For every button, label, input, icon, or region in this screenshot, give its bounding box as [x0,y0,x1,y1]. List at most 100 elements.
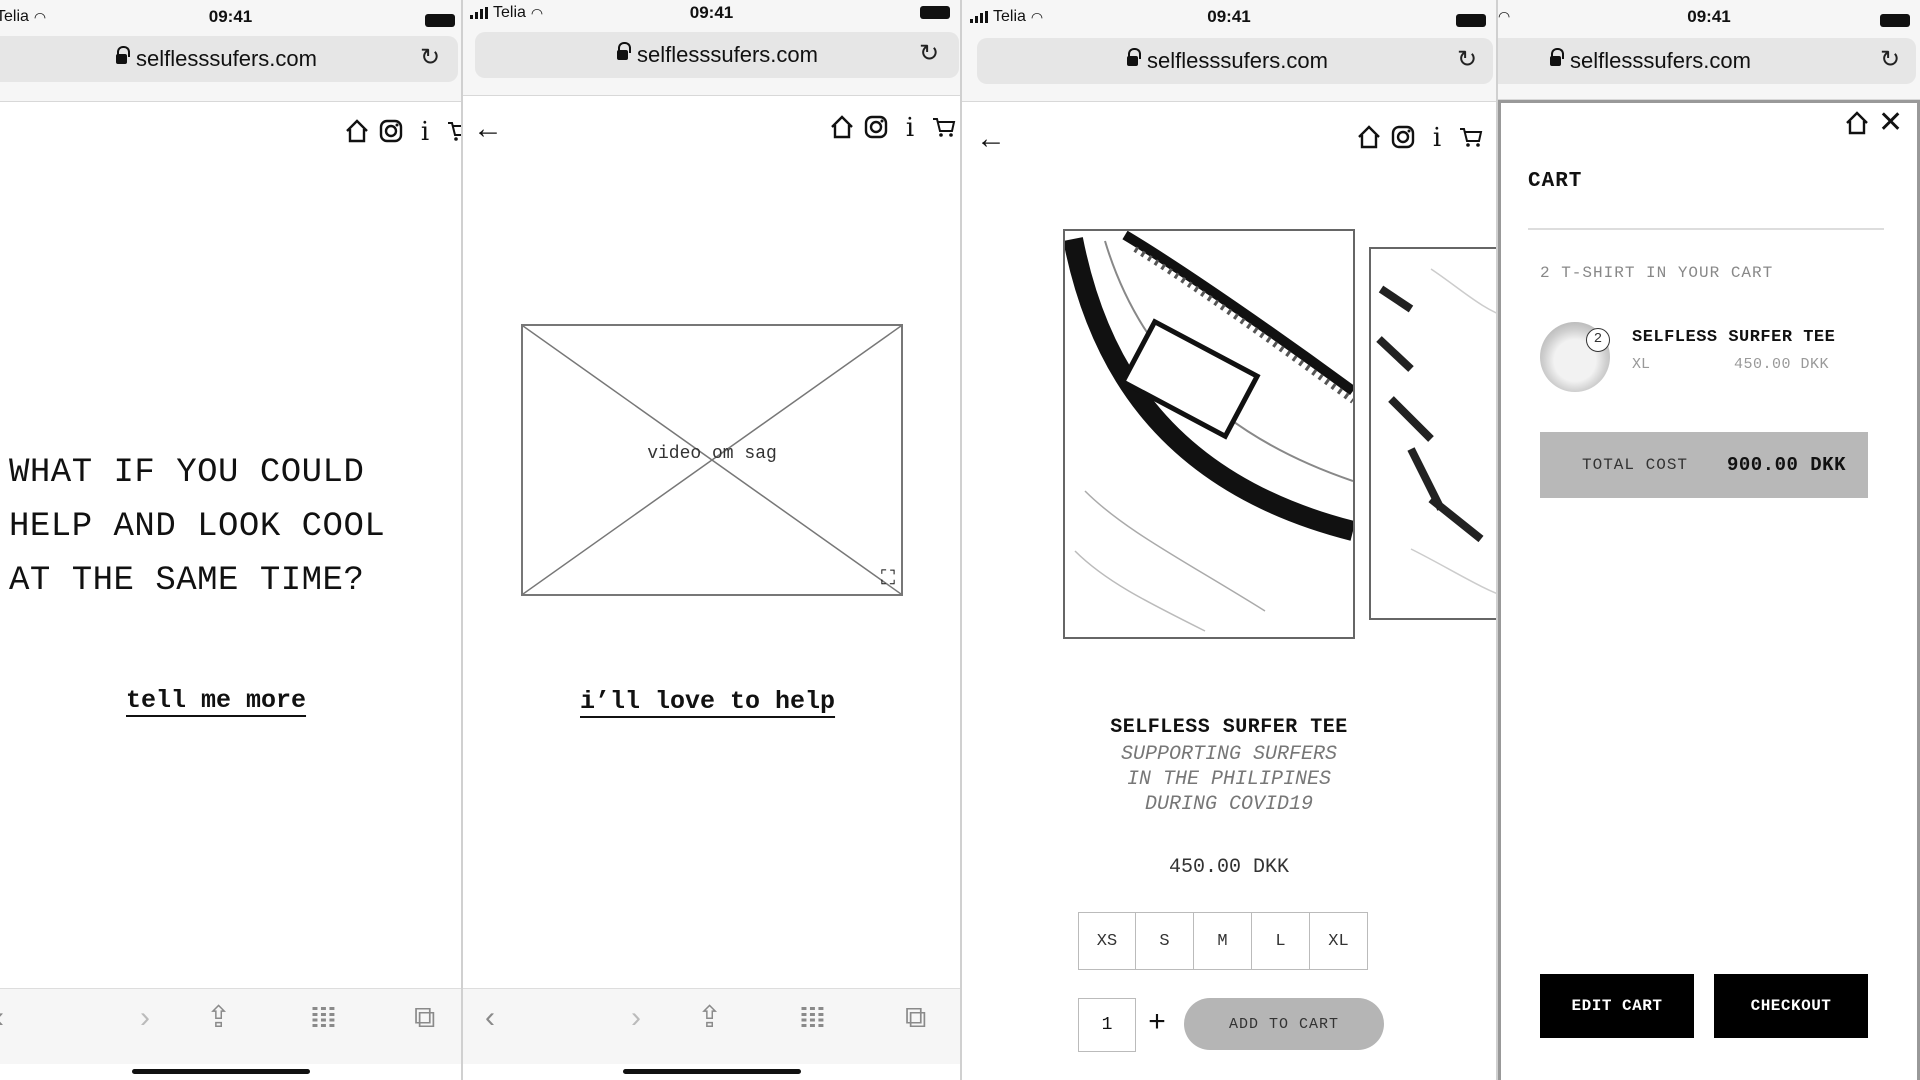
cart-item-name: SELFLESS SURFER TEE [1632,328,1836,347]
video-screen: Telia ◠ 09:41 selflesssufers.com ↻ ← i v… [461,0,960,1080]
clock: 09:41 [208,7,253,26]
size-selector: XS S M L XL [1078,912,1368,970]
instagram-icon[interactable] [1390,124,1416,152]
total-value: 900.00 DKK [1726,454,1846,476]
cart-icon[interactable] [931,114,957,142]
back-arrow-icon[interactable]: ← [976,124,1006,154]
size-option-xs[interactable]: XS [1078,912,1136,970]
status-bar: Telia ◠ 09:41 [0,4,461,32]
cart-icon[interactable] [446,118,461,146]
tabs-icon[interactable]: ⧉ [414,1003,435,1033]
home-indicator[interactable] [132,1069,310,1074]
address-bar[interactable]: selflesssufers.com ↻ [475,32,959,78]
info-icon[interactable]: i [1424,124,1450,152]
bookmarks-icon[interactable]: 𝍖 [310,1003,337,1033]
address-bar[interactable]: selflesssufers.com ↻ [1498,38,1916,84]
quantity-field[interactable]: 1 [1078,998,1136,1052]
lock-icon [116,45,130,67]
cart-drawer [1498,100,1920,1080]
size-option-xl[interactable]: XL [1310,912,1368,970]
product-image[interactable] [1063,229,1355,639]
share-icon[interactable]: ⇪ [206,1003,231,1033]
browser-chrome: Telia ◠ 09:41 selflesssufers.com ↻ [962,0,1496,102]
battery-icon [1880,14,1910,27]
landing-screen: Telia ◠ 09:41 selflesssufers.com ↻ i WHA… [0,0,461,1080]
headline-line: AT THE SAME TIME? [9,562,365,600]
browser-chrome: ◠ 09:41 selflesssufers.com ↻ [1498,0,1920,100]
close-icon[interactable]: ✕ [1878,108,1903,138]
size-option-l[interactable]: L [1252,912,1310,970]
back-nav-icon[interactable]: ‹ [0,1003,4,1033]
safari-toolbar: ‹ › ⇪ 𝍖 ⧉ [0,988,461,1064]
size-option-m[interactable]: M [1194,912,1252,970]
clock: 09:41 [689,3,734,22]
share-icon[interactable]: ⇪ [697,1003,722,1033]
site-nav: i [1356,124,1484,152]
site-nav: i [829,114,957,142]
url-text: selflesssufers.com [637,42,818,67]
home-indicator[interactable] [623,1069,801,1074]
url-display[interactable]: selflesssufers.com [116,36,317,82]
video-placeholder[interactable]: video om sag ⛶ [521,324,903,596]
reload-icon[interactable]: ↻ [1876,46,1904,74]
url-display[interactable]: selflesssufers.com [617,32,818,78]
quantity-plus-button[interactable]: + [1148,1006,1166,1042]
hero-headline: WHAT IF YOU COULD HELP AND LOOK COOL AT … [9,446,449,608]
clock: 09:41 [1687,7,1731,26]
site-nav: i [344,118,461,146]
info-icon[interactable]: i [897,114,923,142]
url-text: selflesssufers.com [1570,48,1751,73]
quantity-badge: 2 [1586,328,1610,352]
product-price: 450.00 DKK [1168,856,1290,879]
cart-screen: ◠ 09:41 selflesssufers.com ↻ ✕ CART 2 T-… [1496,0,1920,1080]
url-display[interactable]: selflesssufers.com [1127,38,1328,84]
back-arrow-icon[interactable]: ← [473,114,503,144]
lock-icon [1550,47,1564,69]
home-icon[interactable] [1844,110,1870,141]
clock: 09:41 [1207,7,1251,26]
battery-icon [1456,14,1486,27]
shirt-label-sketch [1065,231,1353,632]
divider [1528,228,1884,230]
home-icon[interactable] [829,114,855,142]
url-display[interactable]: selflesssufers.com [1550,38,1751,84]
url-text: selflesssufers.com [1147,48,1328,73]
back-nav-icon[interactable]: ‹ [485,1003,495,1033]
address-bar[interactable]: selflesssufers.com ↻ [977,38,1493,84]
headline-line: WHAT IF YOU COULD [9,454,365,492]
edit-cart-button[interactable]: EDIT CART [1540,974,1694,1038]
battery-icon [920,6,950,19]
safari-toolbar: ‹ › ⇪ 𝍖 ⧉ [463,988,960,1064]
reload-icon[interactable]: ↻ [416,44,444,72]
instagram-icon[interactable] [378,118,404,146]
cart-item-size: XL [1632,356,1651,373]
battery-icon [425,14,455,27]
forward-nav-icon[interactable]: › [140,1003,150,1033]
product-image-next[interactable] [1369,247,1496,620]
home-icon[interactable] [344,118,370,146]
cart-icon[interactable] [1458,124,1484,152]
cart-count: 2 T-SHIRT IN YOUR CART [1540,264,1774,282]
product-subtitle: SUPPORTING SURFERS IN THE PHILIPINES DUR… [962,742,1496,817]
info-icon[interactable]: i [412,118,438,146]
home-icon[interactable] [1356,124,1382,152]
tabs-icon[interactable]: ⧉ [905,1003,926,1033]
reload-icon[interactable]: ↻ [1453,46,1481,74]
instagram-icon[interactable] [863,114,889,142]
reload-icon[interactable]: ↻ [915,40,943,68]
bookmarks-icon[interactable]: 𝍖 [799,1003,826,1033]
total-cost-bar: TOTAL COST 900.00 DKK [1540,432,1868,498]
size-option-s[interactable]: S [1136,912,1194,970]
status-bar: Telia ◠ 09:41 [463,0,960,28]
love-to-help-link[interactable]: i’ll love to help [580,687,835,716]
expand-icon[interactable]: ⛶ [881,567,895,590]
add-to-cart-button[interactable]: ADD TO CART [1184,998,1384,1050]
forward-nav-icon[interactable]: › [631,1003,641,1033]
status-bar: ◠ 09:41 [1498,4,1920,32]
shirt-print-sketch [1376,268,1496,595]
checkout-button[interactable]: CHECKOUT [1714,974,1868,1038]
product-screen: Telia ◠ 09:41 selflesssufers.com ↻ ← i S… [960,0,1496,1080]
total-label: TOTAL COST [1582,456,1689,474]
address-bar[interactable]: selflesssufers.com ↻ [0,36,458,82]
tell-me-more-link[interactable]: tell me more [126,686,306,715]
